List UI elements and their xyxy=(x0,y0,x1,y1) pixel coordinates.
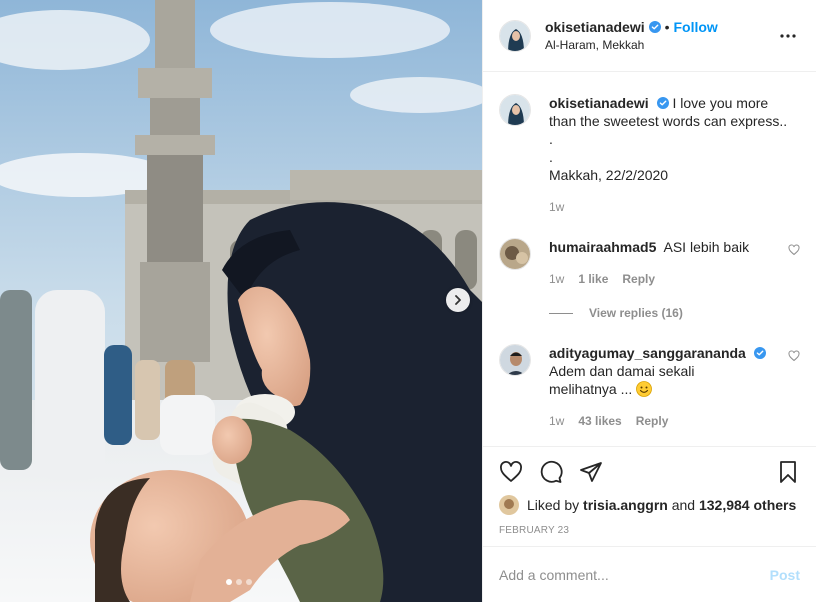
caption-text-line: Makkah, 22/2/2020 xyxy=(549,167,669,183)
commenter-avatar-image xyxy=(500,239,530,269)
more-options-button[interactable] xyxy=(776,24,800,48)
carousel-dot xyxy=(246,579,252,585)
liked-by-joiner: and xyxy=(671,497,696,513)
comments-list[interactable]: okisetianadewi I love you more than the … xyxy=(483,72,816,446)
carousel-dot-active xyxy=(226,579,232,585)
liked-by-user[interactable]: trisia.anggrn xyxy=(583,497,668,513)
comment-row: adityagumay_sanggarananda Adem dan damai… xyxy=(499,344,800,430)
caption-row: okisetianadewi I love you more than the … xyxy=(499,94,800,216)
next-image-button[interactable] xyxy=(446,288,470,312)
commenter-username[interactable]: humairaahmad5 xyxy=(549,239,656,255)
comment-text: humairaahmad5 ASI lebih baik xyxy=(549,238,780,256)
caption-line-1: okisetianadewi I love you more xyxy=(549,94,800,112)
comment-row: humairaahmad5 ASI lebih baik 1w 1 like R… xyxy=(499,238,800,288)
smiling-face-emoji-icon xyxy=(636,381,653,397)
author-avatar-image xyxy=(500,20,530,51)
comment-likes[interactable]: 1 like xyxy=(578,270,608,288)
liked-by-prefix: Liked by xyxy=(527,497,580,513)
header-separator: • xyxy=(664,19,670,35)
caption-username[interactable]: okisetianadewi xyxy=(549,95,649,111)
post-side-panel: okisetianadewi • Follow Al-Haram, Mekkah xyxy=(482,0,816,602)
post-header: okisetianadewi • Follow Al-Haram, Mekkah xyxy=(483,0,816,72)
add-comment-input[interactable] xyxy=(499,566,770,583)
action-icons xyxy=(499,457,800,487)
post-location[interactable]: Al-Haram, Mekkah xyxy=(545,38,776,52)
reply-button[interactable]: Reply xyxy=(636,412,669,430)
more-dots-icon xyxy=(780,33,796,38)
view-replies-line xyxy=(549,312,573,314)
save-bookmark-icon[interactable] xyxy=(776,460,800,484)
author-avatar[interactable] xyxy=(499,19,531,52)
comment-content-line-with-emoji: melihatnya ... xyxy=(549,380,780,398)
chevron-right-icon xyxy=(455,295,461,305)
comment-content-line: melihatnya ... xyxy=(549,381,633,397)
caption-text: okisetianadewi I love you more than the … xyxy=(549,94,800,184)
liked-by-summary: Liked by trisia.anggrn and 132,984 other… xyxy=(499,495,800,515)
liker-avatar-image xyxy=(499,495,519,515)
caption-meta: 1w xyxy=(549,198,800,216)
post-date[interactable]: FEBRUARY 23 xyxy=(499,525,800,536)
caption-author-avatar[interactable] xyxy=(499,94,531,126)
liked-by-others[interactable]: 132,984 others xyxy=(699,497,796,513)
verified-badge-icon xyxy=(656,97,669,109)
commenter-avatar[interactable] xyxy=(499,238,531,270)
comment-bubble-icon[interactable] xyxy=(539,460,563,484)
comment-likes[interactable]: 43 likes xyxy=(578,412,621,430)
commenter-username[interactable]: adityagumay_sanggarananda xyxy=(549,345,746,361)
commenter-avatar-image xyxy=(500,345,530,375)
reply-button[interactable]: Reply xyxy=(622,270,655,288)
comment-meta: 1w 1 like Reply xyxy=(549,270,780,288)
verified-badge-icon xyxy=(648,21,661,33)
caption-text-line: . xyxy=(549,149,553,165)
post-header-text: okisetianadewi • Follow Al-Haram, Mekkah xyxy=(545,19,776,52)
carousel-dot xyxy=(236,579,242,585)
commenter-avatar[interactable] xyxy=(499,344,531,376)
view-replies-label: View replies (16) xyxy=(589,306,683,320)
comment-text: adityagumay_sanggarananda Adem dan damai… xyxy=(549,344,780,398)
caption-avatar-image xyxy=(500,95,530,125)
caption-text-line: I love you more xyxy=(672,95,769,111)
post-comment-button[interactable]: Post xyxy=(770,567,800,583)
comment-age[interactable]: 1w xyxy=(549,270,564,288)
comment-content-line: Adem dan damai sekali xyxy=(549,363,695,379)
verified-badge-icon xyxy=(753,347,766,359)
post-photo[interactable] xyxy=(0,0,482,602)
instagram-post-modal: okisetianadewi • Follow Al-Haram, Mekkah xyxy=(0,0,816,602)
carousel-indicator xyxy=(226,579,252,585)
follow-button[interactable]: Follow xyxy=(674,19,718,35)
comment-body: adityagumay_sanggarananda Adem dan damai… xyxy=(549,344,780,430)
photo-scene xyxy=(0,0,482,602)
comment-content: ASI lebih baik xyxy=(663,239,750,255)
caption-text-line: than the sweetest words can express.. xyxy=(549,113,788,129)
like-heart-icon[interactable] xyxy=(499,460,523,484)
view-replies-button[interactable]: View replies (16) xyxy=(549,306,800,320)
caption-age[interactable]: 1w xyxy=(549,198,564,216)
author-username[interactable]: okisetianadewi xyxy=(545,19,645,35)
comment-body: humairaahmad5 ASI lebih baik 1w 1 like R… xyxy=(549,238,780,288)
caption-body: okisetianadewi I love you more than the … xyxy=(549,94,800,216)
author-line: okisetianadewi • Follow xyxy=(545,19,776,35)
comment-like-heart-icon[interactable] xyxy=(788,350,800,362)
comment-meta: 1w 43 likes Reply xyxy=(549,412,780,430)
comment-like-heart-icon[interactable] xyxy=(788,244,800,256)
caption-text-line: . xyxy=(549,131,553,147)
comment-age[interactable]: 1w xyxy=(549,412,564,430)
add-comment-bar: Post xyxy=(483,546,816,602)
liker-avatar[interactable] xyxy=(499,495,519,515)
share-paper-plane-icon[interactable] xyxy=(579,460,603,484)
